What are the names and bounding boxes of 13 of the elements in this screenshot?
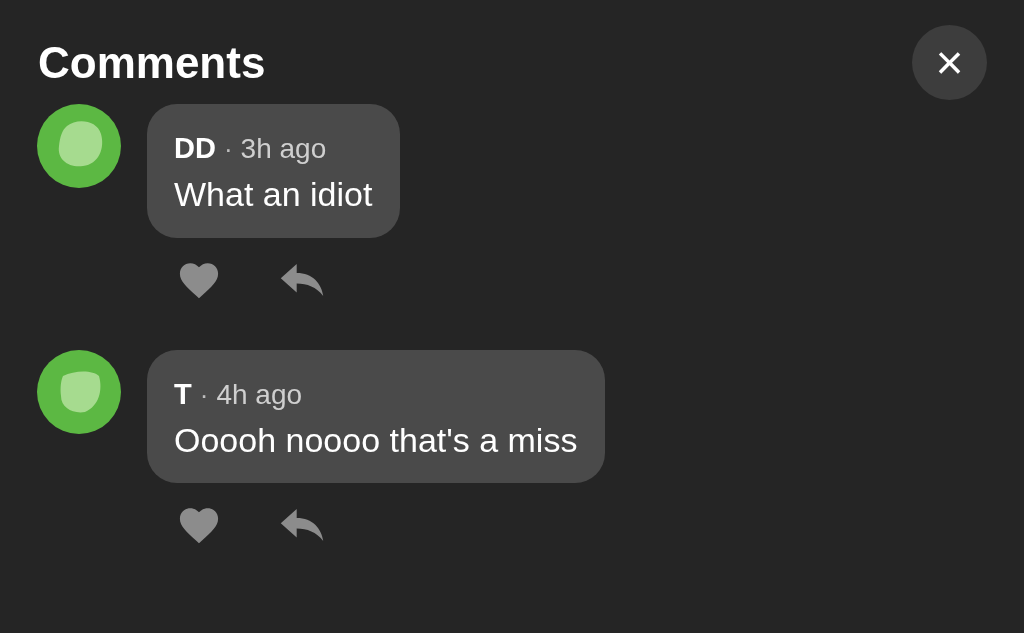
separator-dot: ·	[223, 136, 233, 162]
heart-icon[interactable]	[177, 505, 221, 545]
separator-dot: ·	[199, 381, 209, 408]
close-button[interactable]: ×	[912, 25, 987, 100]
comment-text: Ooooh noooo that's a miss	[174, 419, 578, 461]
reply-icon[interactable]	[279, 507, 325, 543]
comment-time: 3h ago	[240, 135, 327, 163]
reply-icon[interactable]	[279, 261, 325, 298]
comment-author: T	[174, 379, 192, 409]
panel-title: Comments	[38, 40, 266, 85]
comment-time: 4h ago	[216, 380, 303, 409]
comment-author: DD	[174, 134, 216, 163]
comment-text: What an idiot	[174, 174, 373, 215]
